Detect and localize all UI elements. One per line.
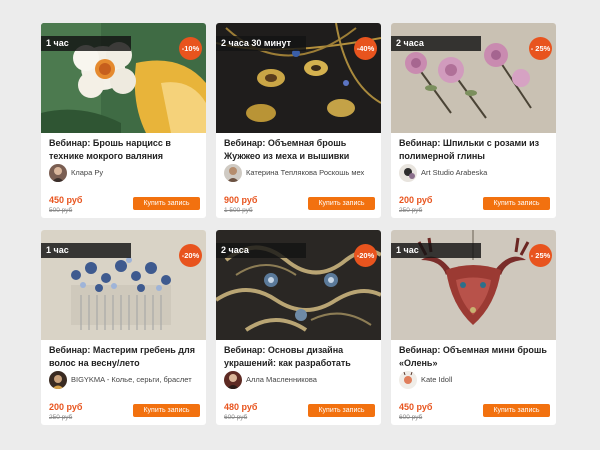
discount-badge: - 25%: [529, 244, 552, 267]
author-name: Art Studio Arabeska: [421, 168, 488, 177]
webinar-title[interactable]: Вебинар: Брошь нарцисс в технике мокрого…: [49, 137, 201, 163]
webinar-thumbnail[interactable]: 2 часа -20%: [216, 230, 381, 340]
price: 200 руб: [399, 195, 433, 205]
webinar-thumbnail[interactable]: 1 час -20%: [41, 230, 206, 340]
duration-badge: 2 часа: [391, 36, 481, 51]
old-price: 600 руб: [224, 414, 248, 421]
old-price: 1 500 руб: [224, 207, 253, 214]
avatar: [399, 371, 417, 389]
author-row[interactable]: Kate Idoll: [399, 371, 551, 389]
duration-badge: 1 час: [41, 243, 131, 258]
buy-recording-button[interactable]: Купить запись: [308, 404, 375, 417]
author-name: Клара Ру: [71, 168, 104, 177]
webinar-card[interactable]: 1 час -20% Вебинар: Мастерим гребень для…: [41, 230, 206, 425]
duration-badge: 1 час: [41, 36, 131, 51]
webinar-grid: 1 час -10% Вебинар: Брошь нарцисс в техн…: [41, 23, 556, 425]
avatar: [49, 371, 67, 389]
price: 480 руб: [224, 402, 258, 412]
discount-badge: -10%: [179, 37, 202, 60]
avatar: [49, 164, 67, 182]
webinar-thumbnail[interactable]: 2 часа 30 минут -40%: [216, 23, 381, 133]
buy-recording-button[interactable]: Купить запись: [308, 197, 375, 210]
buy-recording-button[interactable]: Купить запись: [483, 404, 550, 417]
discount-badge: -20%: [354, 244, 377, 267]
webinar-card[interactable]: 2 часа 30 минут -40% Вебинар: Объемная б…: [216, 23, 381, 218]
webinar-thumbnail[interactable]: 1 час - 25%: [391, 230, 556, 340]
author-name: Катерина Теплякова Роскошь мех: [246, 168, 365, 177]
author-row[interactable]: Алла Масленникова: [224, 371, 376, 389]
webinar-title[interactable]: Вебинар: Объемная брошь Жужжео из меха и…: [224, 137, 376, 163]
author-row[interactable]: Art Studio Arabeska: [399, 164, 551, 182]
old-price: 500 руб: [49, 207, 73, 214]
duration-badge: 2 часа 30 минут: [216, 36, 306, 51]
avatar: [224, 371, 242, 389]
avatar: [399, 164, 417, 182]
webinar-title[interactable]: Вебинар: Объемная мини брошь «Олень»: [399, 344, 551, 370]
old-price: 250 руб: [49, 414, 73, 421]
webinar-card[interactable]: 2 часа - 25% Вебинар: Шпильки с розами и…: [391, 23, 556, 218]
buy-recording-button[interactable]: Купить запись: [483, 197, 550, 210]
discount-badge: -20%: [179, 244, 202, 267]
webinar-title[interactable]: Вебинар: Шпильки с розами из полимерной …: [399, 137, 551, 163]
author-row[interactable]: Клара Ру: [49, 164, 201, 182]
webinar-title[interactable]: Вебинар: Мастерим гребень для волос на в…: [49, 344, 201, 370]
price: 200 руб: [49, 402, 83, 412]
webinar-card[interactable]: 1 час -10% Вебинар: Брошь нарцисс в техн…: [41, 23, 206, 218]
duration-badge: 2 часа: [216, 243, 306, 258]
price: 450 руб: [49, 195, 83, 205]
avatar: [224, 164, 242, 182]
old-price: 250 руб: [399, 207, 423, 214]
discount-badge: - 25%: [529, 37, 552, 60]
webinar-title[interactable]: Вебинар: Основы дизайна украшений: как р…: [224, 344, 376, 370]
webinar-card[interactable]: 1 час - 25% Вебинар: Объемная мини брошь…: [391, 230, 556, 425]
author-row[interactable]: Катерина Теплякова Роскошь мех: [224, 164, 376, 182]
author-name: Алла Масленникова: [246, 375, 317, 384]
webinar-thumbnail[interactable]: 1 час -10%: [41, 23, 206, 133]
author-name: Kate Idoll: [421, 375, 453, 384]
old-price: 600 руб: [399, 414, 423, 421]
duration-badge: 1 час: [391, 243, 481, 258]
webinar-card[interactable]: 2 часа -20% Вебинар: Основы дизайна укра…: [216, 230, 381, 425]
author-row[interactable]: BIGYKMA - Колье, серьги, браслет: [49, 371, 201, 389]
price: 900 руб: [224, 195, 258, 205]
buy-recording-button[interactable]: Купить запись: [133, 197, 200, 210]
buy-recording-button[interactable]: Купить запись: [133, 404, 200, 417]
author-name: BIGYKMA - Колье, серьги, браслет: [71, 375, 192, 384]
price: 450 руб: [399, 402, 433, 412]
webinar-thumbnail[interactable]: 2 часа - 25%: [391, 23, 556, 133]
discount-badge: -40%: [354, 37, 377, 60]
